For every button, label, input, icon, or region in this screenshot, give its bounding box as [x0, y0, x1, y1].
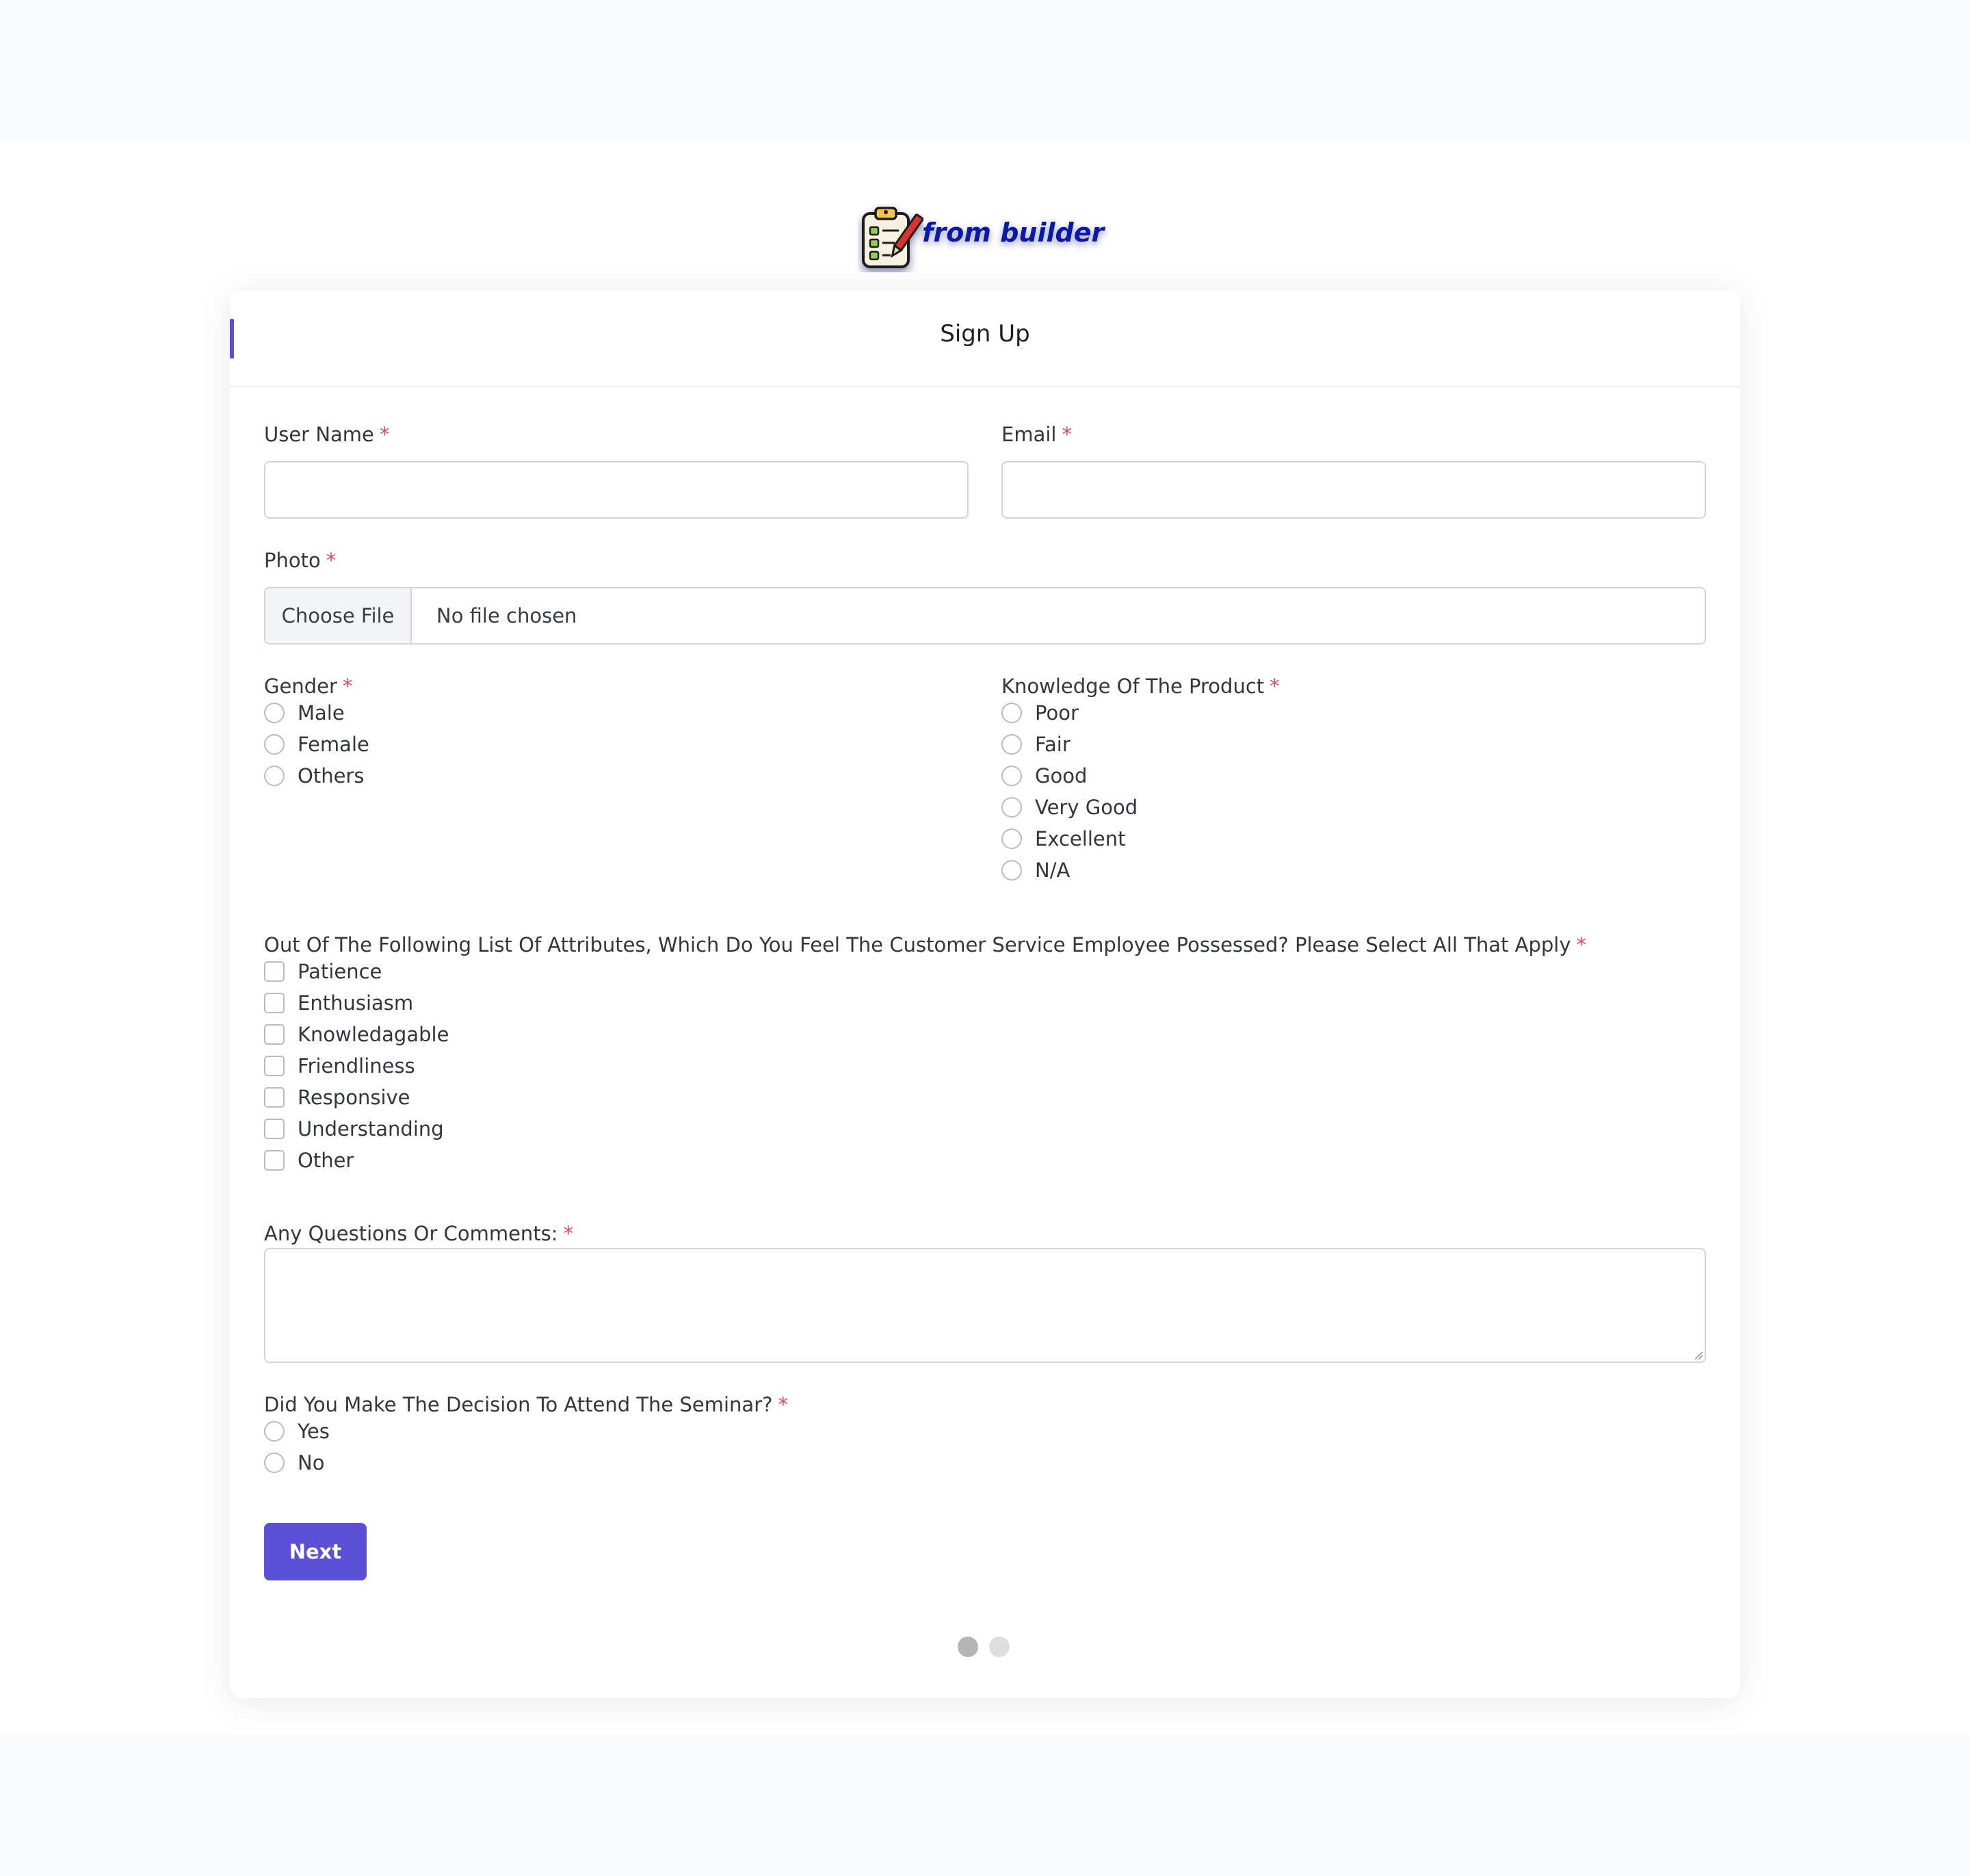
checkbox[interactable]	[264, 1119, 285, 1139]
next-button[interactable]: Next	[264, 1523, 367, 1580]
checkbox[interactable]	[264, 1056, 285, 1076]
comments-textarea[interactable]	[264, 1248, 1706, 1363]
seminar-option-no[interactable]: No	[264, 1449, 324, 1476]
brand-logo: from builder	[858, 204, 1105, 272]
attributes-label-text: Out Of The Following List Of Attributes,…	[264, 933, 1571, 956]
option-label: Poor	[1035, 701, 1079, 725]
checkbox[interactable]	[264, 1024, 285, 1045]
knowledge-option-na[interactable]: N/A	[1001, 857, 1070, 884]
step-dot-active[interactable]	[958, 1637, 978, 1657]
option-label: Yes	[298, 1420, 330, 1443]
radio-button[interactable]	[264, 766, 285, 786]
option-label: Other	[298, 1149, 354, 1172]
attribute-option-understanding[interactable]: Understanding	[264, 1115, 444, 1143]
radio-button[interactable]	[1001, 860, 1022, 881]
gender-option-male[interactable]: Male	[264, 699, 345, 727]
attribute-option-patience[interactable]: Patience	[264, 958, 382, 985]
radio-button[interactable]	[1001, 734, 1022, 755]
knowledge-option-fair[interactable]: Fair	[1001, 731, 1071, 758]
required-marker: *	[342, 675, 353, 698]
radio-button[interactable]	[1001, 829, 1022, 849]
option-label: Female	[298, 733, 369, 756]
seminar-label-text: Did You Make The Decision To Attend The …	[264, 1393, 773, 1416]
option-label: Knowledagable	[298, 1023, 449, 1046]
seminar-option-yes[interactable]: Yes	[264, 1418, 330, 1445]
choose-file-button[interactable]: Choose File	[265, 588, 412, 643]
gender-label-text: Gender	[264, 675, 337, 698]
required-marker: *	[563, 1222, 574, 1245]
radio-button[interactable]	[264, 734, 285, 755]
comments-label: Any Questions Or Comments: *	[264, 1222, 573, 1245]
signup-form-card: Sign Up User Name * Email * Photo * Choose …	[230, 290, 1740, 1698]
username-label-text: User Name	[264, 423, 374, 446]
username-input[interactable]	[264, 461, 969, 519]
knowledge-label: Knowledge Of The Product *	[1001, 675, 1280, 698]
knowledge-option-good[interactable]: Good	[1001, 762, 1087, 790]
photo-label: Photo *	[264, 549, 336, 572]
clipboard-checklist-icon	[862, 207, 923, 268]
email-input[interactable]	[1001, 461, 1706, 519]
gender-option-others[interactable]: Others	[264, 762, 364, 790]
photo-file-input[interactable]: Choose File No file chosen	[264, 587, 1706, 644]
knowledge-option-excellent[interactable]: Excellent	[1001, 825, 1125, 852]
seminar-label: Did You Make The Decision To Attend The …	[264, 1393, 788, 1416]
form-title: Sign Up	[940, 320, 1030, 348]
radio-button[interactable]	[264, 1421, 285, 1442]
gender-option-female[interactable]: Female	[264, 731, 369, 758]
option-label: N/A	[1035, 859, 1071, 882]
attribute-option-enthusiasm[interactable]: Enthusiasm	[264, 989, 413, 1017]
option-label: Understanding	[298, 1117, 444, 1141]
file-status-text: No file chosen	[436, 604, 577, 627]
checkbox[interactable]	[264, 961, 285, 982]
option-label: Responsive	[298, 1086, 410, 1109]
gender-label: Gender *	[264, 675, 352, 698]
step-dot[interactable]	[989, 1637, 1010, 1657]
option-label: Friendliness	[298, 1054, 415, 1078]
email-label-text: Email	[1001, 423, 1057, 446]
resize-grip-icon[interactable]	[1694, 1351, 1703, 1360]
username-label: User Name *	[264, 423, 389, 446]
attribute-option-responsive[interactable]: Responsive	[264, 1084, 410, 1111]
option-label: No	[298, 1451, 325, 1474]
comments-label-text: Any Questions Or Comments:	[264, 1222, 558, 1245]
required-marker: *	[1270, 675, 1280, 698]
option-label: Male	[298, 701, 345, 725]
option-label: Good	[1035, 764, 1088, 787]
attributes-label: Out Of The Following List Of Attributes,…	[264, 933, 1586, 956]
knowledge-option-poor[interactable]: Poor	[1001, 699, 1079, 727]
photo-label-text: Photo	[264, 549, 321, 572]
required-marker: *	[1576, 933, 1587, 956]
radio-button[interactable]	[1001, 766, 1022, 786]
required-marker: *	[326, 549, 337, 572]
checkbox[interactable]	[264, 1087, 285, 1108]
option-label: Patience	[298, 960, 382, 983]
card-header: Sign Up	[230, 290, 1740, 387]
radio-button[interactable]	[264, 703, 285, 723]
checkbox[interactable]	[264, 1150, 285, 1171]
option-label: Others	[298, 764, 365, 787]
email-label: Email *	[1001, 423, 1072, 446]
required-marker: *	[778, 1393, 789, 1416]
required-marker: *	[1062, 423, 1072, 446]
radio-button[interactable]	[1001, 703, 1022, 723]
logo-wordmark: from builder	[922, 218, 1105, 248]
option-label: Very Good	[1035, 796, 1138, 819]
attribute-option-knowledagable[interactable]: Knowledagable	[264, 1021, 449, 1048]
attribute-option-other[interactable]: Other	[264, 1147, 354, 1174]
option-label: Fair	[1035, 733, 1071, 756]
checkbox[interactable]	[264, 993, 285, 1013]
radio-button[interactable]	[264, 1452, 285, 1473]
option-label: Enthusiasm	[298, 991, 414, 1015]
required-marker: *	[379, 423, 390, 446]
attribute-option-friendliness[interactable]: Friendliness	[264, 1052, 415, 1080]
knowledge-label-text: Knowledge Of The Product	[1001, 675, 1265, 698]
option-label: Excellent	[1035, 827, 1126, 850]
knowledge-option-very-good[interactable]: Very Good	[1001, 794, 1138, 821]
radio-button[interactable]	[1001, 797, 1022, 818]
